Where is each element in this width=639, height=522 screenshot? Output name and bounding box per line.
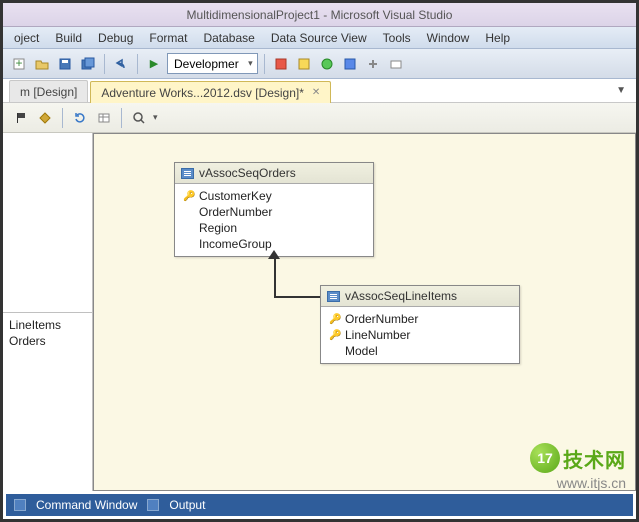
config-dropdown[interactable]: Developmer xyxy=(167,53,258,74)
document-tabs: m [Design] Adventure Works...2012.dsv [D… xyxy=(3,79,636,103)
tab-dsv-design[interactable]: Adventure Works...2012.dsv [Design]* ✕ xyxy=(90,81,331,103)
toolbar-separator xyxy=(121,108,122,128)
svg-text:+: + xyxy=(15,57,22,70)
menu-datasourceview[interactable]: Data Source View xyxy=(264,29,374,47)
field-name: Model xyxy=(345,344,378,358)
field-row[interactable]: OrderNumber xyxy=(183,204,365,220)
menu-format[interactable]: Format xyxy=(142,29,194,47)
save-all-icon[interactable] xyxy=(78,54,98,74)
open-icon[interactable] xyxy=(32,54,52,74)
main-toolbar: + ▶ Developmer xyxy=(3,49,636,79)
field-name: Region xyxy=(199,221,237,235)
table-icon[interactable] xyxy=(94,108,114,128)
toolbar-separator xyxy=(264,54,265,74)
field-name: CustomerKey xyxy=(199,189,272,203)
list-item[interactable]: Orders xyxy=(9,333,86,349)
status-output[interactable]: Output xyxy=(169,498,205,512)
list-item[interactable]: LineItems xyxy=(9,317,86,333)
left-panel: LineItems Orders xyxy=(3,133,93,491)
diamond-icon[interactable] xyxy=(35,108,55,128)
panel-section-top xyxy=(3,133,92,313)
entity-header[interactable]: vAssocSeqOrders xyxy=(175,163,373,184)
field-row[interactable]: Region xyxy=(183,220,365,236)
entity-fields: 🔑 OrderNumber 🔑 LineNumber Model xyxy=(321,307,519,363)
menu-help[interactable]: Help xyxy=(478,29,517,47)
entity-vassocseqorders[interactable]: vAssocSeqOrders 🔑 CustomerKey OrderNumber… xyxy=(174,162,374,257)
field-name: OrderNumber xyxy=(345,312,418,326)
menu-window[interactable]: Window xyxy=(420,29,477,47)
tool-icon-1[interactable] xyxy=(271,54,291,74)
menu-database[interactable]: Database xyxy=(196,29,261,47)
tool-icon-2[interactable] xyxy=(294,54,314,74)
zoom-icon[interactable] xyxy=(129,108,149,128)
entity-vassocseqlineitems[interactable]: vAssocSeqLineItems 🔑 OrderNumber 🔑 LineNum… xyxy=(320,285,520,364)
relationship-line[interactable] xyxy=(274,258,276,296)
app-title: MultidimensionalProject1 - Microsoft Vis… xyxy=(187,8,453,22)
field-row[interactable]: 🔑 CustomerKey xyxy=(183,188,365,204)
menu-tools[interactable]: Tools xyxy=(376,29,418,47)
start-debug-icon[interactable]: ▶ xyxy=(144,54,164,74)
key-icon: 🔑 xyxy=(183,191,193,202)
close-icon[interactable]: ✕ xyxy=(312,87,320,98)
status-bar: Command Window Output xyxy=(6,494,633,516)
field-name: OrderNumber xyxy=(199,205,272,219)
tool-icon-5[interactable] xyxy=(363,54,383,74)
zoom-dropdown-icon[interactable]: ▾ xyxy=(153,112,158,123)
key-icon: 🔑 xyxy=(329,330,339,341)
field-row[interactable]: 🔑 OrderNumber xyxy=(329,311,511,327)
tab-label: m [Design] xyxy=(20,85,77,99)
add-item-icon[interactable]: + xyxy=(9,54,29,74)
key-icon: 🔑 xyxy=(329,314,339,325)
diagram-canvas[interactable]: vAssocSeqOrders 🔑 CustomerKey OrderNumber… xyxy=(93,133,636,491)
config-label: Developmer xyxy=(174,57,239,71)
undo-icon[interactable] xyxy=(111,54,131,74)
tool-icon-6[interactable] xyxy=(386,54,406,74)
relationship-line[interactable] xyxy=(274,296,324,298)
status-command-window[interactable]: Command Window xyxy=(36,498,137,512)
entity-title: vAssocSeqLineItems xyxy=(345,289,457,303)
tab-label: Adventure Works...2012.dsv [Design]* xyxy=(101,86,304,100)
command-window-icon xyxy=(14,499,26,511)
field-row[interactable]: 🔑 LineNumber xyxy=(329,327,511,343)
tool-icon-4[interactable] xyxy=(340,54,360,74)
field-name: IncomeGroup xyxy=(199,237,272,251)
toolbar-separator xyxy=(137,54,138,74)
menu-bar: oject Build Debug Format Database Data S… xyxy=(3,27,636,49)
tool-icon-3[interactable] xyxy=(317,54,337,74)
designer-toolbar: ▾ xyxy=(3,103,636,133)
entity-fields: 🔑 CustomerKey OrderNumber Region IncomeGr… xyxy=(175,184,373,256)
field-name: LineNumber xyxy=(345,328,410,342)
workspace: LineItems Orders vAssocSeqOrders 🔑 Custom… xyxy=(3,133,636,491)
panel-section-tables: LineItems Orders xyxy=(3,313,92,492)
entity-header[interactable]: vAssocSeqLineItems xyxy=(321,286,519,307)
menu-project[interactable]: oject xyxy=(7,29,46,47)
tab-overflow-icon[interactable]: ▼ xyxy=(616,85,626,96)
toolbar-separator xyxy=(104,54,105,74)
entity-title: vAssocSeqOrders xyxy=(199,166,296,180)
menu-build[interactable]: Build xyxy=(48,29,89,47)
output-icon xyxy=(147,499,159,511)
table-icon xyxy=(181,168,194,179)
save-icon[interactable] xyxy=(55,54,75,74)
table-icon xyxy=(327,291,340,302)
refresh-icon[interactable] xyxy=(70,108,90,128)
field-row[interactable]: Model xyxy=(329,343,511,359)
tab-cube-design[interactable]: m [Design] xyxy=(9,80,88,102)
title-bar: MultidimensionalProject1 - Microsoft Vis… xyxy=(3,3,636,27)
menu-debug[interactable]: Debug xyxy=(91,29,140,47)
toolbar-separator xyxy=(62,108,63,128)
flag-icon[interactable] xyxy=(11,108,31,128)
